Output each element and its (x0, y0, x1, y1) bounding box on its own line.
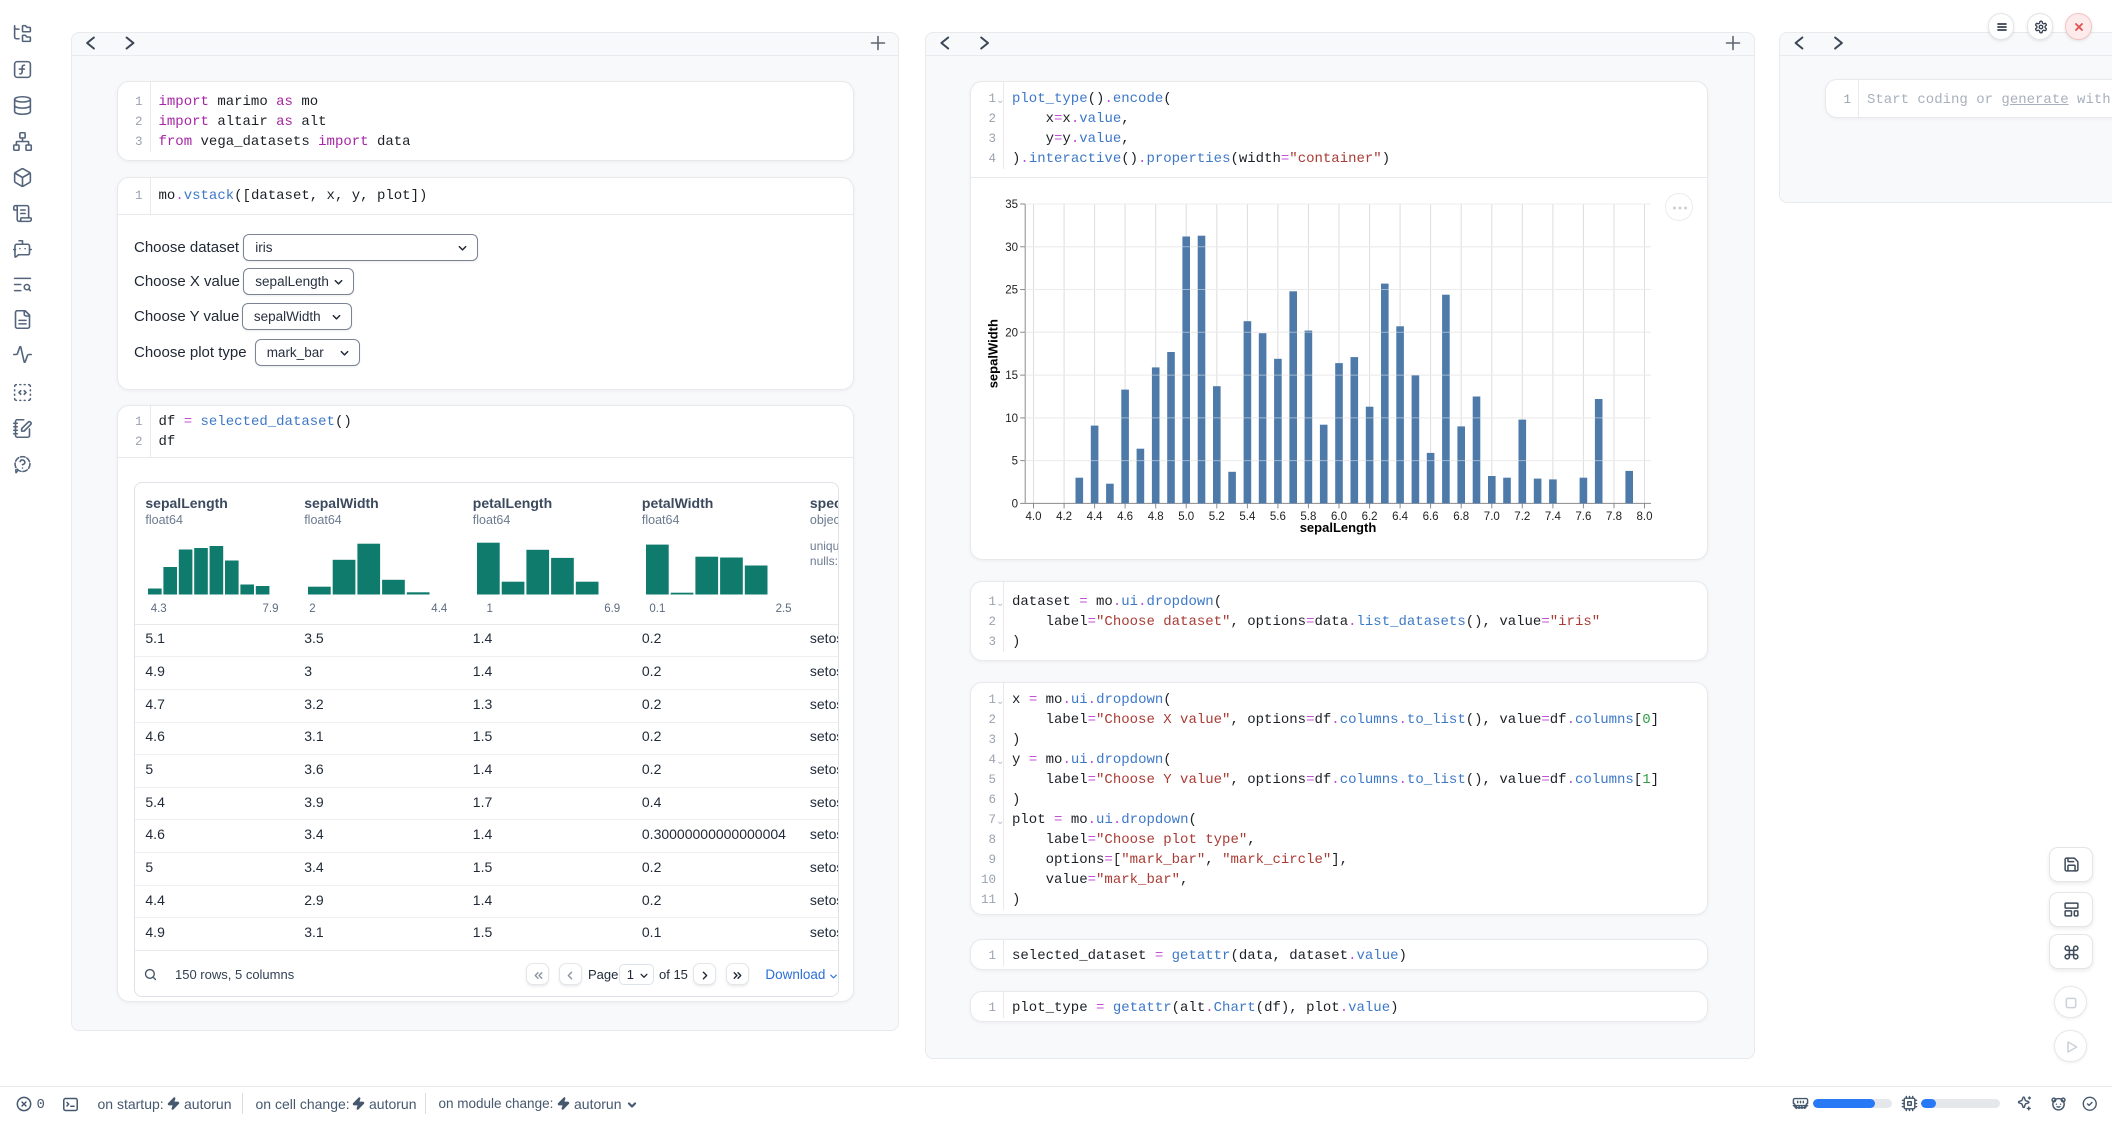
svg-text:7.2: 7.2 (1514, 511, 1530, 523)
svg-text:4.4: 4.4 (1087, 511, 1104, 523)
svg-text:30: 30 (1005, 242, 1018, 254)
svg-text:0: 0 (1012, 498, 1018, 510)
svg-text:20: 20 (1005, 327, 1018, 339)
svg-text:4.8: 4.8 (1148, 511, 1164, 523)
svg-text:5.2: 5.2 (1209, 511, 1225, 523)
svg-text:25: 25 (1005, 285, 1018, 297)
svg-text:7.4: 7.4 (1545, 511, 1562, 523)
svg-text:6.6: 6.6 (1423, 511, 1439, 523)
svg-text:5.4: 5.4 (1239, 511, 1256, 523)
svg-text:sepalLength: sepalLength (1300, 520, 1377, 535)
svg-text:sepalWidth: sepalWidth (986, 319, 1001, 388)
svg-text:7.8: 7.8 (1606, 511, 1622, 523)
svg-text:4.6: 4.6 (1117, 511, 1133, 523)
svg-text:5.6: 5.6 (1270, 511, 1286, 523)
svg-text:6.4: 6.4 (1392, 511, 1409, 523)
svg-text:5.0: 5.0 (1178, 511, 1194, 523)
svg-text:35: 35 (1005, 199, 1018, 211)
svg-text:8.0: 8.0 (1637, 511, 1653, 523)
svg-text:6.8: 6.8 (1453, 511, 1469, 523)
svg-text:5: 5 (1012, 456, 1018, 468)
svg-text:4.2: 4.2 (1056, 511, 1072, 523)
svg-text:10: 10 (1005, 413, 1018, 425)
svg-text:4.0: 4.0 (1026, 511, 1042, 523)
svg-text:7.6: 7.6 (1575, 511, 1591, 523)
svg-text:15: 15 (1005, 370, 1018, 382)
svg-text:7.0: 7.0 (1484, 511, 1500, 523)
